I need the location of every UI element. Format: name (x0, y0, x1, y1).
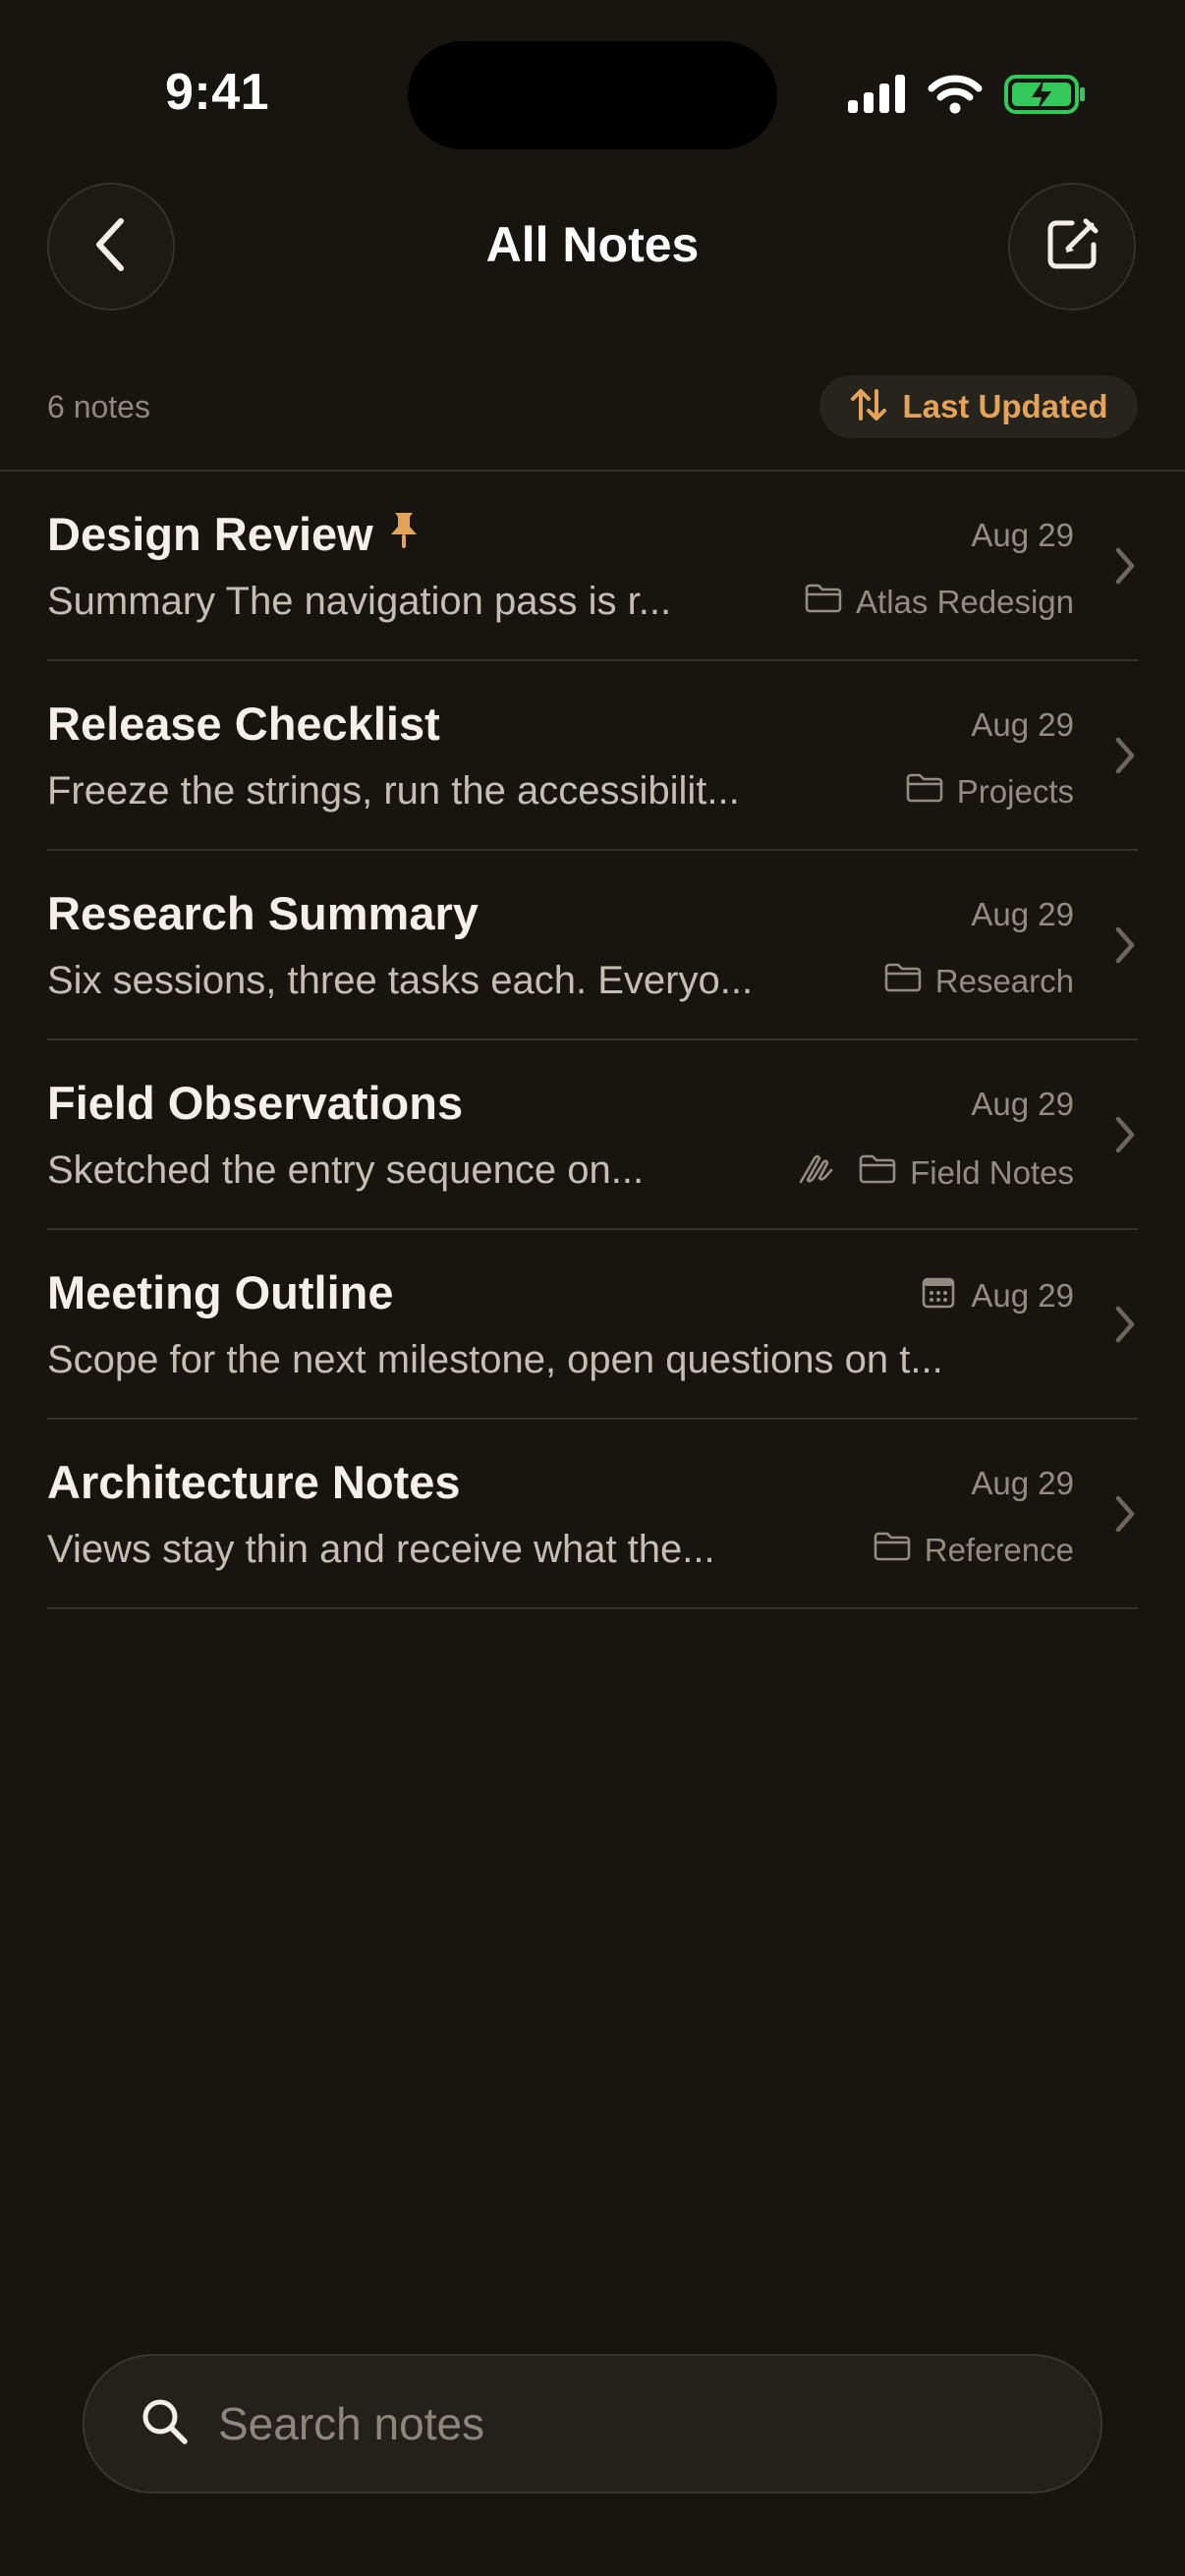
note-date-text: Aug 29 (971, 1465, 1074, 1501)
sort-label: Last Updated (902, 388, 1108, 424)
chevron-right-icon (1114, 925, 1136, 970)
note-title-group: Field Observations (47, 1076, 463, 1130)
note-row[interactable]: Field Observations Aug 29 Sketched the e… (0, 1040, 1185, 1230)
note-title-group: Meeting Outline (47, 1265, 394, 1319)
folder-name: Field Notes (910, 1154, 1074, 1191)
note-row[interactable]: Research Summary Aug 29 Six sessions, th… (0, 851, 1185, 1040)
note-title: Meeting Outline (47, 1266, 394, 1318)
note-date: Aug 29 (971, 517, 1074, 554)
note-preview: Freeze the strings, run the accessibilit… (47, 769, 740, 812)
note-title: Research Summary (47, 887, 479, 939)
note-preview: Scope for the next milestone, open quest… (47, 1338, 943, 1381)
battery-charging-icon (1004, 74, 1087, 120)
note-title-group: Design Review (47, 507, 421, 561)
note-list: Design Review Aug 29 Summary The navigat… (0, 472, 1185, 1609)
note-preview: Sketched the entry sequence on... (47, 1148, 645, 1192)
chevron-right-icon (1114, 1305, 1136, 1349)
note-row[interactable]: Meeting Outline Aug 29 Scope for the nex… (0, 1230, 1185, 1420)
sketch-icon (798, 1152, 835, 1194)
notes-screen: 9:41 All Notes 6 notes Last Updated Desi… (0, 0, 1185, 2576)
note-date-text: Aug 29 (971, 1086, 1074, 1122)
note-preview: Summary The navigation pass is r... (47, 580, 672, 623)
search-icon (140, 2396, 191, 2452)
wifi-icon (928, 75, 983, 119)
note-date: Aug 29 (971, 1086, 1074, 1123)
folder-icon (874, 1532, 911, 1569)
sort-arrows-icon (849, 385, 888, 429)
note-folder: Reference (874, 1532, 1074, 1569)
folder-name: Atlas Redesign (856, 584, 1074, 620)
chevron-right-icon (1114, 1494, 1136, 1539)
note-title-group: Release Checklist (47, 697, 440, 751)
note-title: Design Review (47, 508, 373, 560)
folder-name: Research (934, 963, 1074, 999)
chevron-right-icon (1114, 1115, 1136, 1159)
note-title: Field Observations (47, 1077, 464, 1129)
pin-icon (387, 507, 421, 561)
status-time: 9:41 (165, 64, 270, 121)
note-folder: Atlas Redesign (805, 584, 1074, 621)
note-folder: Field Notes (798, 1152, 1074, 1194)
note-date: Aug 29 (971, 896, 1074, 933)
folder-icon (805, 584, 842, 621)
status-icons (847, 69, 1087, 124)
cellular-signal-icon (847, 74, 906, 119)
note-date-text: Aug 29 (971, 517, 1074, 553)
folder-icon (884, 963, 922, 1000)
note-date: Aug 29 (971, 1465, 1074, 1502)
note-title-group: Research Summary (47, 886, 479, 940)
calendar-icon (922, 1275, 955, 1316)
search-bar[interactable]: Search notes (83, 2354, 1102, 2493)
sort-button[interactable]: Last Updated (819, 375, 1138, 438)
folder-icon (859, 1154, 896, 1192)
folder-name: Reference (924, 1532, 1074, 1568)
note-preview: Views stay thin and receive what the... (47, 1528, 715, 1571)
note-date: Aug 29 (922, 1275, 1074, 1316)
note-title: Architecture Notes (47, 1456, 461, 1508)
note-row[interactable]: Design Review Aug 29 Summary The navigat… (0, 472, 1185, 661)
note-folder: Projects (906, 773, 1074, 811)
note-title-group: Architecture Notes (47, 1455, 461, 1509)
search-input[interactable]: Search notes (218, 2397, 484, 2450)
note-date-text: Aug 29 (971, 896, 1074, 932)
note-row[interactable]: Release Checklist Aug 29 Freeze the stri… (0, 661, 1185, 851)
chevron-right-icon (1114, 546, 1136, 590)
note-date-text: Aug 29 (971, 1277, 1074, 1314)
notes-count: 6 notes (47, 389, 150, 424)
dynamic-island (408, 41, 777, 149)
note-folder: Research (884, 963, 1074, 1000)
note-date: Aug 29 (971, 706, 1074, 744)
note-title: Release Checklist (47, 698, 440, 750)
folder-name: Projects (956, 773, 1074, 810)
note-date-text: Aug 29 (971, 706, 1074, 743)
row-divider (47, 1607, 1138, 1609)
chevron-right-icon (1114, 736, 1136, 780)
note-row[interactable]: Architecture Notes Aug 29 Views stay thi… (0, 1420, 1185, 1609)
compose-icon (1043, 215, 1101, 279)
compose-note-button[interactable] (1008, 183, 1136, 310)
folder-icon (906, 773, 943, 811)
note-preview: Six sessions, three tasks each. Everyo..… (47, 959, 754, 1002)
